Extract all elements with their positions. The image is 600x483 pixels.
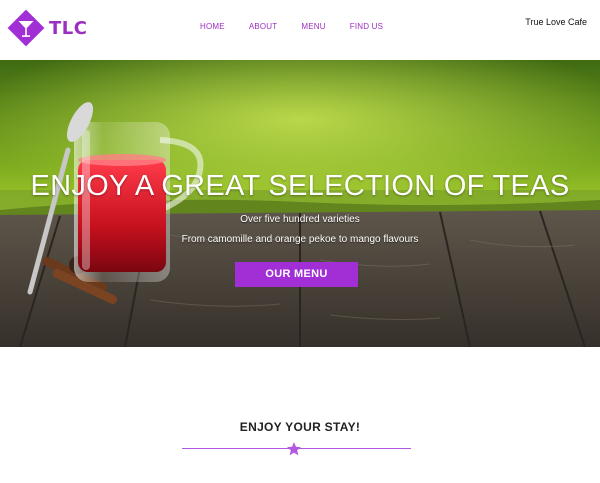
brand-name: True Love Cafe: [525, 17, 587, 27]
hero-title: ENJOY A GREAT SELECTION OF TEAS: [30, 170, 570, 202]
site-header: TLC HOME ABOUT MENU FIND US True Love Ca…: [0, 0, 600, 60]
nav-find-us[interactable]: FIND US: [350, 22, 383, 32]
hero-subtitle-line-2: From camomille and orange pekoe to mango…: [181, 234, 419, 245]
hero-subtitle-line-1: Over five hundred varieties: [240, 214, 360, 225]
hero-background-image: [0, 60, 600, 347]
nav-about[interactable]: ABOUT: [249, 22, 278, 32]
nav-menu[interactable]: MENU: [301, 22, 325, 32]
star-icon: [287, 442, 301, 456]
main-nav: HOME ABOUT MENU FIND US: [200, 22, 407, 32]
page: TLC HOME ABOUT MENU FIND US True Love Ca…: [0, 0, 600, 483]
cocktail-glass-icon: [7, 9, 45, 47]
hero-banner: ENJOY A GREAT SELECTION OF TEAS Over fiv…: [0, 60, 600, 347]
logo-link[interactable]: TLC: [6, 8, 87, 48]
welcome-title: ENJOY YOUR STAY!: [239, 420, 361, 434]
our-menu-button[interactable]: OUR MENU: [235, 262, 358, 287]
nav-home[interactable]: HOME: [200, 22, 225, 32]
logo-text: TLC: [49, 17, 88, 39]
